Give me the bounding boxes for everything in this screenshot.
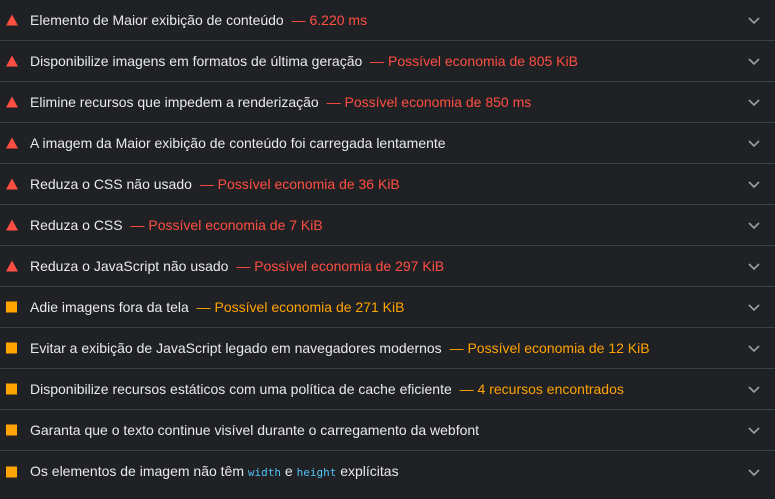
audit-title-line: Reduza o CSS não usado — Possível econom… [30, 175, 400, 193]
chevron-down-icon[interactable] [747, 177, 761, 191]
audit-title: Reduza o CSS não usado [30, 176, 192, 192]
fail-triangle-icon [6, 137, 18, 149]
audit-title-line: Reduza o CSS — Possível economia de 7 Ki… [30, 216, 323, 234]
average-square-icon [6, 342, 17, 354]
audit-display-value: — Possível economia de 36 KiB [199, 176, 400, 192]
audit-display-value: — Possível economia de 297 KiB [236, 258, 445, 274]
average-square-icon [6, 301, 17, 313]
code-height: height [296, 465, 337, 479]
code-width: width [247, 465, 282, 479]
chevron-down-icon[interactable] [747, 13, 761, 27]
audit-title-line: Os elementos de imagem não têm width e h… [30, 462, 399, 482]
audit-title: Adie imagens fora da tela [30, 299, 189, 315]
fail-triangle-icon [6, 55, 18, 67]
chevron-down-icon[interactable] [747, 218, 761, 232]
audit-row[interactable]: Reduza o CSS — Possível economia de 7 Ki… [0, 205, 775, 246]
audit-title: Disponibilize imagens em formatos de últ… [30, 53, 363, 69]
audit-row[interactable]: Garanta que o texto continue visível dur… [0, 410, 775, 451]
fail-triangle-icon [6, 96, 18, 108]
audit-title: Garanta que o texto continue visível dur… [30, 422, 480, 438]
audit-title-line: Evitar a exibição de JavaScript legado e… [30, 339, 650, 357]
chevron-down-icon[interactable] [747, 300, 761, 314]
audit-title-line: Reduza o JavaScript não usado — Possível… [30, 257, 444, 275]
chevron-down-icon[interactable] [747, 259, 761, 273]
audit-display-value: — Possível economia de 12 KiB [449, 340, 650, 356]
chevron-down-icon[interactable] [747, 136, 761, 150]
audit-title: Disponibilize recursos estáticos com uma… [30, 381, 452, 397]
audit-title: A imagem da Maior exibição de conteúdo f… [30, 135, 446, 151]
fail-triangle-icon [6, 260, 18, 272]
chevron-down-icon[interactable] [747, 423, 761, 437]
audit-display-value: — 6.220 ms [291, 12, 368, 28]
audit-list: Elemento de Maior exibição de conteúdo —… [0, 0, 775, 492]
chevron-down-icon[interactable] [747, 95, 761, 109]
audit-title: Evitar a exibição de JavaScript legado e… [30, 340, 442, 356]
chevron-down-icon[interactable] [747, 341, 761, 355]
average-square-icon [6, 424, 17, 436]
audit-row[interactable]: Disponibilize imagens em formatos de últ… [0, 41, 775, 82]
audit-row[interactable]: Elimine recursos que impedem a renderiza… [0, 82, 775, 123]
audit-title-part: e [281, 462, 297, 479]
average-square-icon [6, 383, 17, 395]
audit-title: Reduza o JavaScript não usado [30, 258, 229, 274]
audit-title-line: Garanta que o texto continue visível dur… [30, 421, 479, 439]
audit-title-line: A imagem da Maior exibição de conteúdo f… [30, 134, 446, 152]
fail-triangle-icon [6, 219, 18, 231]
audit-title-part: explícitas [336, 462, 399, 479]
audit-row[interactable]: Adie imagens fora da tela — Possível eco… [0, 287, 775, 328]
audit-row[interactable]: Evitar a exibição de JavaScript legado e… [0, 328, 775, 369]
audit-title-line: Disponibilize recursos estáticos com uma… [30, 380, 624, 398]
audit-row[interactable]: Os elementos de imagem não têm width e h… [0, 451, 775, 492]
audit-title-part: Os elementos de imagem não têm [30, 462, 248, 479]
audit-display-value: — 4 recursos encontrados [459, 381, 624, 397]
audit-display-value: — Possível economia de 7 KiB [130, 217, 323, 233]
audit-title-line: Adie imagens fora da tela — Possível eco… [30, 298, 404, 316]
audit-row[interactable]: Disponibilize recursos estáticos com uma… [0, 369, 775, 410]
audit-row[interactable]: Reduza o JavaScript não usado — Possível… [0, 246, 775, 287]
fail-triangle-icon [6, 14, 18, 26]
audit-display-value: — Possível economia de 271 KiB [196, 299, 405, 315]
audit-display-value: — Possível economia de 850 ms [326, 94, 532, 110]
audit-row[interactable]: A imagem da Maior exibição de conteúdo f… [0, 123, 775, 164]
fail-triangle-icon [6, 178, 18, 190]
average-square-icon [6, 466, 17, 477]
audit-row[interactable]: Elemento de Maior exibição de conteúdo —… [0, 0, 775, 41]
audit-title-line: Elimine recursos que impedem a renderiza… [30, 93, 531, 111]
audit-display-value: — Possível economia de 805 KiB [370, 53, 578, 69]
audit-title: Elimine recursos que impedem a renderiza… [30, 94, 319, 110]
audit-title: Elemento de Maior exibição de conteúdo [30, 12, 284, 28]
audit-title-line: Disponibilize imagens em formatos de últ… [30, 52, 578, 70]
audit-row[interactable]: Reduza o CSS não usado — Possível econom… [0, 164, 775, 205]
audit-title: Reduza o CSS [30, 217, 123, 233]
chevron-down-icon[interactable] [747, 54, 761, 68]
chevron-down-icon[interactable] [747, 382, 761, 396]
chevron-down-icon[interactable] [747, 465, 761, 479]
audit-title-line: Elemento de Maior exibição de conteúdo —… [30, 11, 367, 29]
